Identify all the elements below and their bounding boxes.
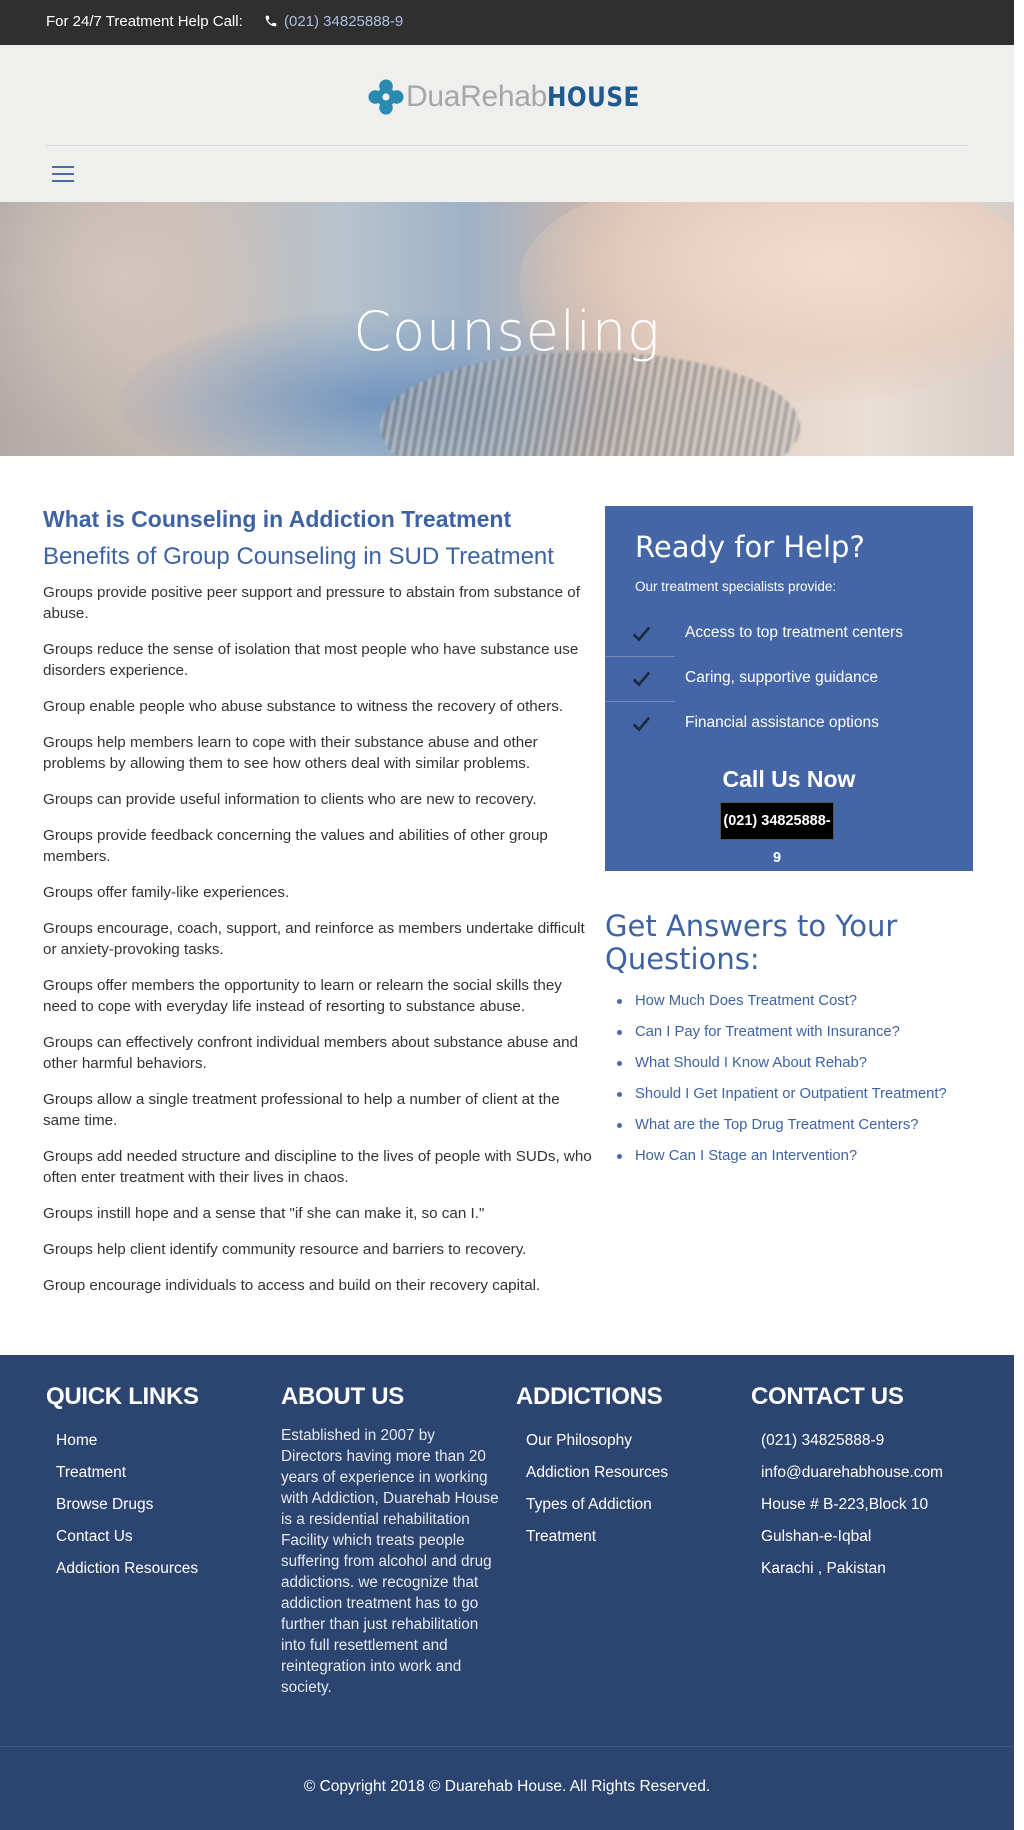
footer-link-item: Treatment [526, 1521, 736, 1553]
footer-link-treatment[interactable]: Treatment [526, 1528, 596, 1545]
list-item: Should I Get Inpatient or Outpatient Tre… [617, 1079, 985, 1110]
footer-link-contact-us[interactable]: Contact Us [56, 1528, 133, 1545]
contact-phone[interactable]: (021) 34825888-9 [761, 1425, 991, 1457]
checkmark-icon-cell [605, 657, 675, 702]
help-box-subtitle: Our treatment specialists provide: [635, 579, 837, 594]
footer-link-addiction-resources[interactable]: Addiction Resources [56, 1560, 198, 1577]
list-item: What are the Top Drug Treatment Centers? [617, 1110, 985, 1141]
footer-link-types-of-addiction[interactable]: Types of Addiction [526, 1496, 652, 1513]
footer-divider [0, 1746, 1014, 1747]
footer-link-home[interactable]: Home [56, 1432, 97, 1449]
article-paragraph: Groups can provide useful information to… [43, 791, 537, 808]
footer-link-addiction-resources[interactable]: Addiction Resources [526, 1464, 668, 1481]
list-item: How Can I Stage an Intervention? [617, 1141, 985, 1172]
site-header: DuaRehab HOUSE [0, 45, 1014, 202]
contact-email[interactable]: info@duarehabhouse.com [761, 1457, 991, 1489]
article-paragraph: Group encourage individuals to access an… [43, 1277, 541, 1294]
contact-address-line: House # B-223,Block 10 [761, 1496, 929, 1513]
answers-list: How Much Does Treatment Cost? Can I Pay … [605, 986, 985, 1172]
article-paragraph: Groups provide positive peer support and… [43, 584, 580, 622]
help-box: Ready for Help? Our treatment specialist… [605, 506, 973, 871]
footer-column-title: CONTACT US [751, 1383, 904, 1410]
footer-link-treatment[interactable]: Treatment [56, 1464, 126, 1481]
footer-link-item: Addiction Resources [56, 1553, 266, 1585]
answer-link[interactable]: Should I Get Inpatient or Outpatient Tre… [635, 1086, 947, 1102]
article-paragraph: Groups can effectively confront individu… [43, 1034, 578, 1072]
footer-about-text: Established in 2007 by Directors having … [281, 1427, 499, 1696]
topbar-phone-link[interactable]: (021) 34825888-9 [284, 13, 403, 30]
answer-link[interactable]: What Should I Know About Rehab? [635, 1055, 867, 1071]
footer-link-our-philosophy[interactable]: Our Philosophy [526, 1432, 632, 1449]
cross-logo-icon [368, 79, 404, 115]
checkmark-icon [633, 716, 650, 732]
call-us-heading: Call Us Now [722, 766, 856, 792]
article-paragraph: Groups provide feedback concerning the v… [43, 827, 548, 865]
list-item: What Should I Know About Rehab? [617, 1048, 985, 1079]
logo-text-primary: DuaRehab [406, 80, 548, 113]
footer-link-item: Addiction Resources [526, 1457, 736, 1489]
footer-link-item: Browse Drugs [56, 1489, 266, 1521]
article-paragraph: Groups add needed structure and discipli… [43, 1148, 592, 1186]
answers-title: Get Answers to Your Questions: [605, 909, 898, 976]
checkmark-icon [633, 671, 650, 687]
footer-link-item: Home [56, 1425, 266, 1457]
contact-address-line: Gulshan-e-Iqbal [761, 1528, 872, 1545]
help-box-item-text: Access to top treatment centers [685, 624, 903, 641]
list-item: How Much Does Treatment Cost? [617, 986, 985, 1017]
logo-text-secondary: HOUSE [547, 81, 640, 113]
site-footer: QUICK LINKS Home Treatment Browse Drugs … [0, 1355, 1014, 1830]
help-box-title: Ready for Help? [635, 530, 865, 564]
footer-link-item: Treatment [56, 1457, 266, 1489]
answers-section: Get Answers to Your Questions: How Much … [605, 910, 985, 1172]
article-paragraph: Groups offer family-like experiences. [43, 884, 290, 901]
article-paragraph: Groups instill hope and a sense that "if… [43, 1205, 485, 1222]
footer-link-item: Our Philosophy [526, 1425, 736, 1457]
hamburger-menu-icon[interactable] [50, 163, 76, 185]
article-subheading: Benefits of Group Counseling in SUD Trea… [43, 543, 554, 570]
call-number-button[interactable]: (021) 34825888-9 [720, 802, 834, 866]
footer-quick-links: QUICK LINKS Home Treatment Browse Drugs … [46, 1383, 266, 1585]
footer-column-title: ADDICTIONS [516, 1383, 663, 1410]
article-paragraph: Groups encourage, coach, support, and re… [43, 920, 585, 958]
contact-address-line: Karachi , Pakistan [761, 1560, 886, 1577]
footer-link-browse-drugs[interactable]: Browse Drugs [56, 1496, 153, 1513]
top-bar: For 24/7 Treatment Help Call: (021) 3482… [0, 0, 1014, 45]
hero-banner: Counseling [0, 202, 1014, 456]
article-paragraph: Group enable people who abuse substance … [43, 698, 564, 715]
list-item: Can I Pay for Treatment with Insurance? [617, 1017, 985, 1048]
copyright-text: © Copyright 2018 © Duarehab House. All R… [303, 1778, 711, 1795]
main-content: What is Counseling in Addiction Treatmen… [43, 500, 593, 1311]
footer-about: ABOUT US Established in 2007 by Director… [281, 1383, 506, 1698]
answer-link[interactable]: Can I Pay for Treatment with Insurance? [635, 1024, 900, 1040]
footer-column-title: ABOUT US [281, 1383, 404, 1410]
page: For 24/7 Treatment Help Call: (021) 3482… [0, 0, 1024, 1830]
help-box-item-text: Caring, supportive guidance [685, 669, 879, 686]
checkmark-icon [633, 626, 650, 642]
checkmark-icon-cell [605, 702, 675, 747]
article-paragraph: Groups offer members the opportunity to … [43, 977, 562, 1015]
help-call-label: For 24/7 Treatment Help Call: [46, 13, 243, 30]
article-paragraph: Groups reduce the sense of isolation tha… [43, 641, 579, 679]
answer-link[interactable]: How Much Does Treatment Cost? [635, 993, 857, 1009]
header-divider [46, 145, 968, 146]
footer-addictions: ADDICTIONS Our Philosophy Addiction Reso… [516, 1383, 736, 1553]
help-box-item-text: Financial assistance options [685, 714, 879, 731]
phone-icon [265, 15, 277, 27]
answer-link[interactable]: How Can I Stage an Intervention? [635, 1148, 857, 1164]
footer-link-item: Contact Us [56, 1521, 266, 1553]
answer-link[interactable]: What are the Top Drug Treatment Centers? [635, 1117, 918, 1133]
article-paragraph: Groups help members learn to cope with t… [43, 734, 538, 772]
footer-contact: CONTACT US (021) 34825888-9 info@duareha… [751, 1383, 991, 1585]
footer-link-item: Types of Addiction [526, 1489, 736, 1521]
page-title: Counseling [353, 300, 661, 363]
article-paragraph: Groups help client identify community re… [43, 1241, 527, 1258]
footer-column-title: QUICK LINKS [46, 1383, 199, 1410]
help-box-item: Caring, supportive guidance [605, 657, 973, 702]
help-box-item: Financial assistance options [605, 702, 973, 747]
checkmark-icon-cell [605, 612, 675, 657]
help-box-item: Access to top treatment centers [605, 612, 973, 657]
article-heading: What is Counseling in Addiction Treatmen… [43, 506, 512, 532]
site-logo[interactable]: DuaRehab HOUSE [368, 77, 655, 117]
article-paragraph: Groups allow a single treatment professi… [43, 1091, 560, 1129]
